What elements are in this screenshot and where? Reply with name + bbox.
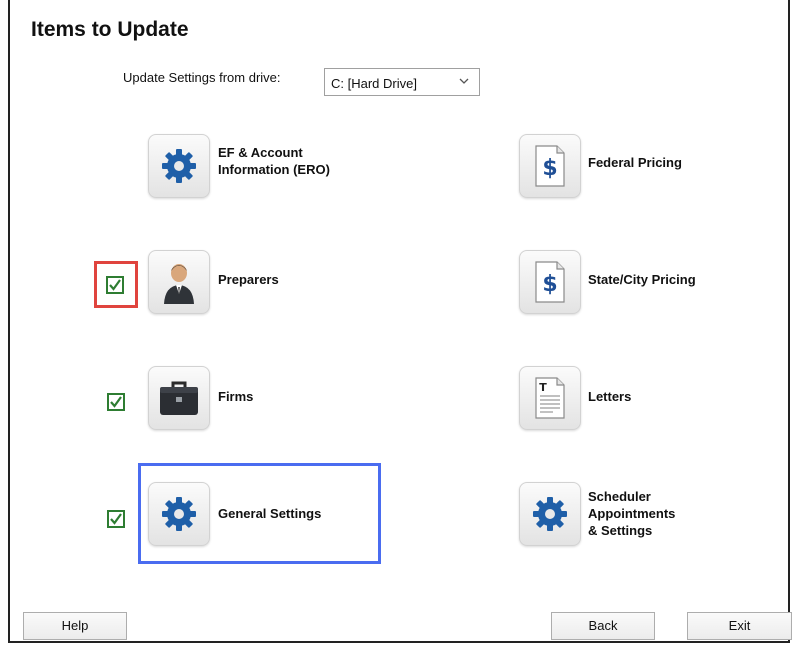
ef-account-label: EF & Account Information (ERO) — [218, 145, 330, 177]
svg-text:$: $ — [542, 272, 557, 297]
svg-text:T: T — [539, 381, 547, 394]
federal-pricing-label: Federal Pricing — [588, 155, 682, 170]
firms-button[interactable] — [148, 366, 210, 430]
gear-icon — [533, 497, 567, 531]
dollar-document-icon: $ — [535, 145, 565, 187]
letter-document-icon: T — [535, 377, 565, 419]
exit-button[interactable]: Exit — [687, 612, 792, 640]
preparers-button[interactable] — [148, 250, 210, 314]
general-settings-button[interactable] — [148, 482, 210, 546]
dollar-document-icon: $ — [535, 261, 565, 303]
checkmark-icon — [110, 513, 122, 525]
letters-label: Letters — [588, 389, 632, 404]
svg-text:$: $ — [542, 156, 557, 181]
state-city-pricing-button[interactable]: $ — [519, 250, 581, 314]
back-button[interactable]: Back — [551, 612, 655, 640]
chevron-down-icon — [459, 78, 469, 84]
general-settings-checkbox[interactable] — [107, 510, 125, 528]
state-city-pricing-label: State/City Pricing — [588, 272, 696, 287]
federal-pricing-button[interactable]: $ — [519, 134, 581, 198]
ef-account-button[interactable] — [148, 134, 210, 198]
dialog-frame — [8, 0, 790, 643]
briefcase-icon — [160, 381, 198, 415]
scheduler-label: Scheduler Appointments & Settings — [588, 489, 676, 538]
person-icon — [164, 264, 194, 304]
firms-checkbox[interactable] — [107, 393, 125, 411]
letters-button[interactable]: T — [519, 366, 581, 430]
drive-label: Update Settings from drive: — [123, 70, 281, 85]
checkmark-icon — [109, 279, 121, 291]
gear-icon — [162, 497, 196, 531]
preparers-label: Preparers — [218, 272, 279, 287]
preparers-checkbox[interactable] — [106, 276, 124, 294]
help-button[interactable]: Help — [23, 612, 127, 640]
drive-select[interactable]: C: [Hard Drive] — [324, 68, 480, 96]
firms-label: Firms — [218, 389, 254, 404]
general-settings-label: General Settings — [218, 506, 322, 521]
checkmark-icon — [110, 396, 122, 408]
page-title: Items to Update — [31, 18, 189, 41]
scheduler-button[interactable] — [519, 482, 581, 546]
gear-icon — [162, 149, 196, 183]
drive-select-value: C: [Hard Drive] — [331, 76, 417, 91]
